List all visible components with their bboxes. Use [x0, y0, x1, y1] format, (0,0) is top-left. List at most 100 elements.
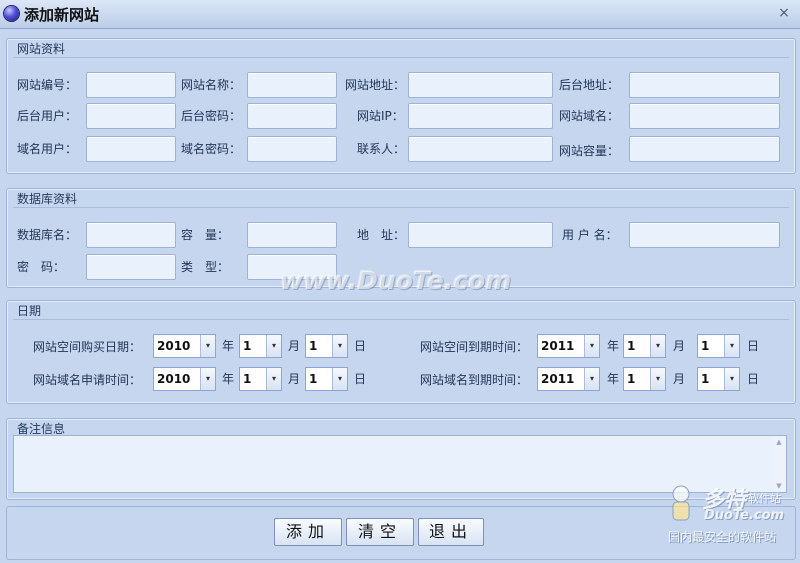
site-ip-label: 网站IP：	[357, 109, 404, 123]
site-info-separator	[13, 57, 789, 58]
contact-label: 联系人：	[357, 142, 406, 156]
chevron-down-icon[interactable]: ▾	[650, 335, 665, 357]
db-info-separator	[13, 207, 789, 208]
chevron-down-icon[interactable]: ▾	[200, 368, 215, 390]
domain-expiry-label: 网站域名到期时间：	[420, 373, 529, 387]
domain-apply-month-select[interactable]: 1 ▾	[239, 367, 282, 391]
space-purchase-label: 网站空间购买日期：	[33, 340, 142, 354]
brand-logo: 多特 软件站 DuoTe.com 国内最安全的软件站	[664, 478, 796, 558]
chevron-down-icon[interactable]: ▾	[650, 368, 665, 390]
db-capacity-input[interactable]	[247, 222, 337, 248]
admin-url-label: 后台地址：	[559, 78, 620, 92]
domain-apply-year-select[interactable]: 2010 ▾	[153, 367, 216, 391]
year-unit: 年	[222, 339, 235, 353]
brand-slogan: 国内最安全的软件站	[668, 530, 777, 544]
domain-expiry-year-value: 2011	[541, 372, 575, 386]
db-capacity-label: 容 量：	[181, 228, 230, 242]
app-orb-icon	[4, 6, 19, 21]
domain-pass-input[interactable]	[247, 136, 337, 162]
space-purchase-year-value: 2010	[157, 339, 191, 353]
brand-small: 软件站	[748, 492, 781, 505]
year-unit: 年	[222, 372, 235, 386]
domain-apply-day-value: 1	[309, 372, 318, 386]
brand-en: DuoTe.com	[704, 508, 785, 523]
chevron-down-icon[interactable]: ▾	[200, 335, 215, 357]
chevron-down-icon[interactable]: ▾	[584, 335, 599, 357]
admin-pass-label: 后台密码：	[181, 109, 242, 123]
space-expiry-day-value: 1	[701, 339, 710, 353]
admin-user-label: 后台用户：	[17, 109, 78, 123]
chevron-down-icon[interactable]: ▾	[266, 368, 281, 390]
site-name-input[interactable]	[247, 72, 337, 98]
space-purchase-month-select[interactable]: 1 ▾	[239, 334, 282, 358]
site-info-panel: 网站资料 网站编号： 网站名称： 网站地址： 后台地址： 后台用户： 后台密码：…	[6, 38, 796, 174]
chevron-down-icon[interactable]: ▾	[724, 368, 739, 390]
db-address-input[interactable]	[408, 222, 553, 248]
chevron-down-icon[interactable]: ▾	[584, 368, 599, 390]
watermark-text: www.DuoTe.com	[280, 266, 512, 295]
space-purchase-year-select[interactable]: 2010 ▾	[153, 334, 216, 358]
db-password-input[interactable]	[86, 254, 176, 280]
domain-pass-label: 域名密码：	[181, 142, 242, 156]
site-no-input[interactable]	[86, 72, 176, 98]
day-unit: 日	[747, 372, 760, 386]
chevron-down-icon[interactable]: ▾	[332, 368, 347, 390]
dates-title: 日期	[17, 304, 42, 318]
month-unit: 月	[673, 372, 686, 386]
domain-apply-month-value: 1	[243, 372, 252, 386]
db-address-label: 地 址：	[357, 228, 406, 242]
month-unit: 月	[673, 339, 686, 353]
day-unit: 日	[354, 339, 367, 353]
site-ip-input[interactable]	[408, 103, 553, 129]
close-icon[interactable]: ×	[776, 5, 792, 21]
clear-button[interactable]: 清空	[346, 518, 414, 546]
day-unit: 日	[747, 339, 760, 353]
site-domain-input[interactable]	[629, 103, 780, 129]
domain-user-label: 域名用户：	[17, 142, 78, 156]
db-name-label: 数据库名：	[17, 228, 78, 242]
space-expiry-year-select[interactable]: 2011 ▾	[537, 334, 600, 358]
space-purchase-day-select[interactable]: 1 ▾	[305, 334, 348, 358]
domain-apply-label: 网站域名申请时间：	[33, 373, 142, 387]
db-type-label: 类 型：	[181, 260, 230, 274]
site-no-label: 网站编号：	[17, 78, 78, 92]
scroll-up-icon[interactable]: ▲	[773, 437, 785, 447]
domain-expiry-month-select[interactable]: 1 ▾	[623, 367, 666, 391]
admin-user-input[interactable]	[86, 103, 176, 129]
dates-separator	[13, 319, 789, 320]
add-button[interactable]: 添加	[274, 518, 342, 546]
domain-apply-year-value: 2010	[157, 372, 191, 386]
title-bar: 添加新网站 ×	[0, 0, 800, 29]
space-expiry-year-value: 2011	[541, 339, 575, 353]
contact-input[interactable]	[408, 136, 553, 162]
month-unit: 月	[288, 372, 301, 386]
db-username-input[interactable]	[629, 222, 780, 248]
site-capacity-input[interactable]	[629, 136, 780, 162]
domain-expiry-day-select[interactable]: 1 ▾	[697, 367, 740, 391]
domain-expiry-month-value: 1	[627, 372, 636, 386]
exit-button[interactable]: 退出	[418, 518, 484, 546]
domain-apply-day-select[interactable]: 1 ▾	[305, 367, 348, 391]
db-name-input[interactable]	[86, 222, 176, 248]
chevron-down-icon[interactable]: ▾	[266, 335, 281, 357]
admin-url-input[interactable]	[629, 72, 780, 98]
day-unit: 日	[354, 372, 367, 386]
year-unit: 年	[607, 339, 620, 353]
site-url-input[interactable]	[408, 72, 553, 98]
domain-user-input[interactable]	[86, 136, 176, 162]
db-password-label: 密 码：	[17, 260, 66, 274]
space-expiry-label: 网站空间到期时间：	[420, 340, 529, 354]
site-info-title: 网站资料	[17, 42, 66, 56]
space-expiry-month-value: 1	[627, 339, 636, 353]
admin-pass-input[interactable]	[247, 103, 337, 129]
domain-expiry-year-select[interactable]: 2011 ▾	[537, 367, 600, 391]
space-expiry-month-select[interactable]: 1 ▾	[623, 334, 666, 358]
chevron-down-icon[interactable]: ▾	[332, 335, 347, 357]
space-purchase-month-value: 1	[243, 339, 252, 353]
year-unit: 年	[607, 372, 620, 386]
db-username-label: 用 户 名：	[562, 228, 618, 242]
site-url-label: 网站地址：	[345, 78, 406, 92]
chevron-down-icon[interactable]: ▾	[724, 335, 739, 357]
space-purchase-day-value: 1	[309, 339, 318, 353]
space-expiry-day-select[interactable]: 1 ▾	[697, 334, 740, 358]
